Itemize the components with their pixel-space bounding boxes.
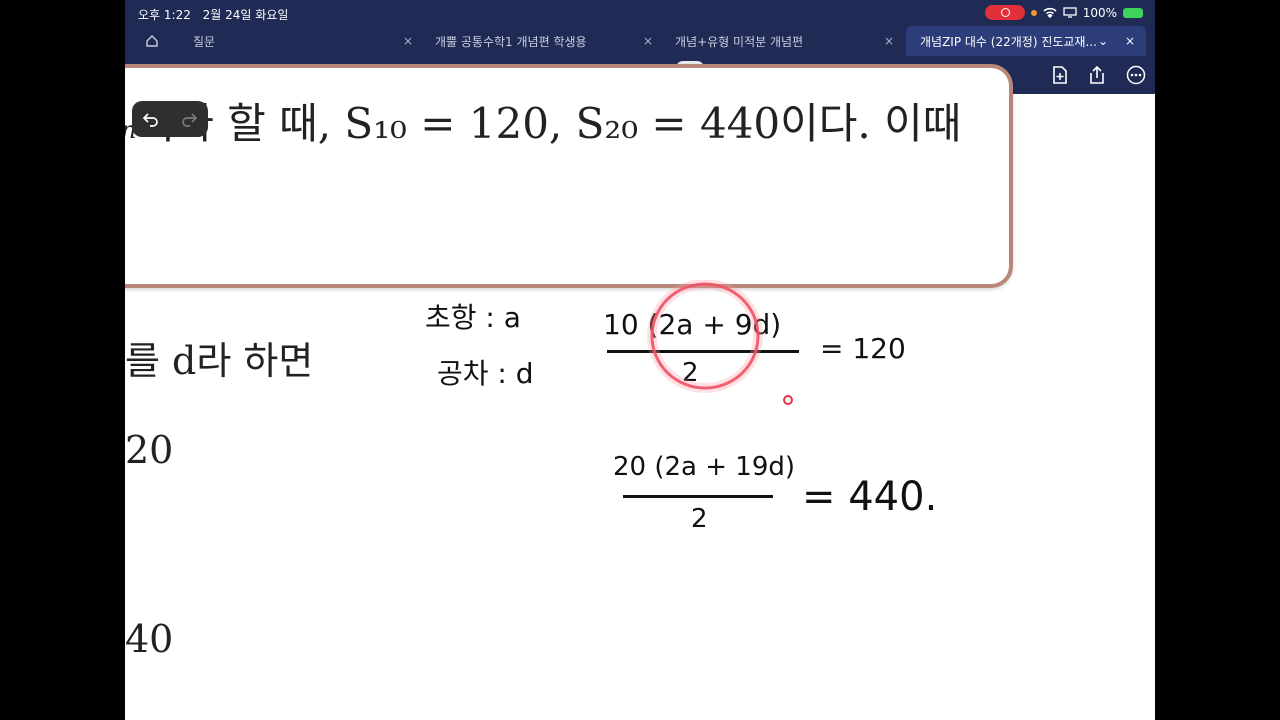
wifi-icon [1043, 7, 1057, 18]
tab-label: 개념ZIP 대수 (22개정) 진도교재... [920, 34, 1097, 49]
screen-record-icon[interactable] [984, 5, 1025, 20]
solution-line-s20: 40 [125, 617, 174, 661]
battery-percent: 100% [1082, 5, 1117, 20]
eq1-rhs: = 120 [820, 332, 906, 365]
mic-indicator-icon [1030, 9, 1037, 16]
undo-icon[interactable] [141, 109, 161, 129]
screen-mirror-icon [1063, 7, 1077, 18]
close-tab-icon[interactable]: × [884, 34, 894, 48]
home-tab[interactable] [145, 26, 165, 56]
eq2-fraction-bar [623, 495, 773, 498]
status-bar: 오후 1:22 2월 24일 화요일 100% [125, 0, 1155, 26]
ipad-screen: 오후 1:22 2월 24일 화요일 100% 질문 × 개뿔 공통수학1 개념… [125, 0, 1155, 720]
battery-icon [1123, 7, 1143, 18]
note-first-term: 초항 : a [425, 301, 521, 334]
chevron-down-icon[interactable]: ⌄ [1098, 34, 1108, 48]
status-datetime: 오후 1:22 2월 24일 화요일 [138, 6, 288, 23]
eq2-rhs: = 440. [802, 474, 938, 520]
share-icon[interactable] [1087, 65, 1107, 85]
status-time: 오후 1:22 [138, 8, 191, 22]
tab-label: 질문 [193, 34, 216, 49]
redo-icon[interactable] [179, 109, 199, 129]
tab-algebra-active[interactable]: 개념ZIP 대수 (22개정) 진도교재... ⌄ × [906, 26, 1146, 56]
home-icon [146, 35, 158, 47]
close-tab-icon[interactable]: × [1125, 34, 1135, 48]
close-tab-icon[interactable]: × [643, 34, 653, 48]
tab-common-math[interactable]: 개뿔 공통수학1 개념편 학생용 × [435, 26, 655, 56]
solution-line-s10: 20 [125, 428, 174, 472]
note-canvas[interactable]: n이라 할 때, S₁₀ = 120, S₂₀ = 440이다. 이때 를 d라… [125, 64, 1155, 720]
note-common-difference: 공차 : d [437, 357, 534, 390]
status-date: 2월 24일 화요일 [202, 8, 289, 22]
close-tab-icon[interactable]: × [403, 34, 413, 48]
solution-line-common-difference: 를 d라 하면 [125, 339, 314, 383]
status-indicators: 100% [984, 5, 1143, 20]
add-page-icon[interactable] [1050, 65, 1070, 85]
more-options-icon[interactable] [1126, 65, 1146, 85]
problem-line: 이라 할 때, S₁₀ = 120, S₂₀ = 440이다. 이때 [136, 99, 962, 148]
eq2-denominator: 2 [691, 504, 708, 534]
problem-text: n이라 할 때, S₁₀ = 120, S₂₀ = 440이다. 이때 [125, 90, 961, 151]
document-tabs: 질문 × 개뿔 공통수학1 개념편 학생용 × 개념+유형 미적분 개념편 × … [125, 26, 1155, 56]
eq2-numerator: 20 (2a + 19d) [613, 452, 796, 482]
problem-box: n이라 할 때, S₁₀ = 120, S₂₀ = 440이다. 이때 [125, 64, 1013, 288]
tab-label: 개뿔 공통수학1 개념편 학생용 [435, 34, 587, 49]
undo-redo-controls [132, 101, 208, 137]
tab-calculus[interactable]: 개념+유형 미적분 개념편 × [675, 26, 895, 56]
tab-label: 개념+유형 미적분 개념편 [675, 34, 804, 49]
laser-highlight-circle [647, 280, 793, 405]
tab-questions[interactable]: 질문 × [193, 26, 413, 56]
